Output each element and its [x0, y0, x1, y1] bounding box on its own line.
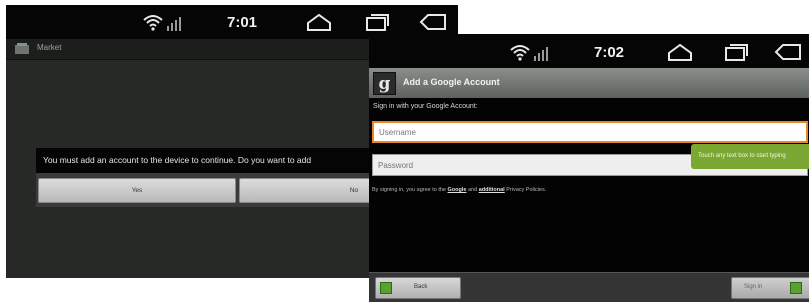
yes-button[interactable]: Yes — [38, 178, 236, 203]
back-button[interactable]: Back — [375, 277, 461, 299]
wifi-icon — [142, 12, 164, 32]
terms-suffix: Privacy Policies. — [504, 187, 547, 193]
additional-policy-link[interactable]: additional — [479, 187, 505, 193]
bottom-action-bar: Back Sign in — [369, 272, 809, 302]
terms-middle: and — [466, 187, 479, 193]
status-clock: 7:02 — [593, 43, 625, 61]
back-nav-icon[interactable] — [771, 40, 805, 64]
sign-in-check-icon — [790, 282, 802, 294]
sign-in-button-label: Sign in — [744, 284, 763, 290]
back-nav-icon[interactable] — [416, 10, 450, 34]
sign-in-button[interactable]: Sign in — [731, 277, 809, 299]
status-bar: 7:02 — [369, 34, 809, 68]
dialog-title: Add a Google Account — [403, 77, 500, 87]
username-field[interactable] — [372, 121, 808, 143]
terms-prefix: By signing in, you agree to the — [372, 187, 448, 193]
market-icon — [14, 43, 30, 55]
back-check-icon — [380, 282, 392, 294]
home-icon[interactable] — [665, 40, 695, 64]
back-button-label: Back — [414, 284, 428, 290]
signal-icon — [533, 44, 551, 62]
home-icon[interactable] — [304, 10, 334, 34]
add-google-account-screenshot: 7:02 g Add a Google Account Sign in with… — [369, 34, 809, 302]
recent-apps-icon[interactable] — [721, 40, 751, 64]
terms-text: By signing in, you agree to the Google a… — [372, 187, 546, 193]
signal-icon — [166, 14, 184, 32]
google-policy-link[interactable]: Google — [448, 187, 467, 193]
wifi-icon — [509, 42, 531, 62]
google-g-icon: g — [373, 72, 396, 95]
status-clock: 7:01 — [226, 13, 258, 31]
sign-in-instruction: Sign in with your Google Account: — [373, 103, 478, 110]
dialog-title-bar: g Add a Google Account — [369, 68, 809, 98]
recent-apps-icon[interactable] — [362, 10, 392, 34]
typing-hint-tooltip: Touch any text box to start typing — [691, 144, 809, 169]
app-title: Market — [37, 43, 62, 52]
